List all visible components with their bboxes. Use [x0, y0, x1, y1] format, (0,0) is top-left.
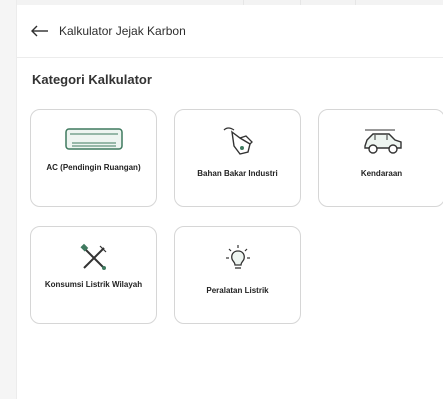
category-label: Bahan Bakar Industri [197, 169, 278, 178]
car-icon [319, 124, 443, 158]
category-label: Konsumsi Listrik Wilayah [44, 280, 143, 289]
category-card-ac[interactable]: AC (Pendingin Ruangan) [30, 109, 157, 207]
page-title: Kalkulator Jejak Karbon [59, 24, 186, 38]
category-card-peralatan-listrik[interactable]: Peralatan Listrik [174, 226, 301, 324]
left-sidebar-edge [0, 0, 17, 399]
category-card-bahan-bakar[interactable]: Bahan Bakar Industri [174, 109, 301, 207]
category-label: AC (Pendingin Ruangan) [46, 163, 141, 172]
arrow-left-icon [31, 25, 48, 37]
category-label: Kendaraan [360, 169, 403, 178]
section-title: Kategori Kalkulator [32, 72, 152, 87]
category-card-kendaraan[interactable]: Kendaraan [318, 109, 443, 207]
calculator-panel: Kalkulator Jejak Karbon Kategori Kalkula… [17, 5, 443, 399]
back-button[interactable] [29, 20, 51, 42]
air-conditioner-icon [31, 124, 156, 158]
page-header: Kalkulator Jejak Karbon [17, 5, 443, 58]
category-label: Peralatan Listrik [206, 286, 269, 295]
tools-icon [31, 241, 156, 275]
category-card-konsumsi-listrik[interactable]: Konsumsi Listrik Wilayah [30, 226, 157, 324]
light-bulb-icon [175, 241, 300, 275]
fuel-nozzle-icon [175, 124, 300, 158]
